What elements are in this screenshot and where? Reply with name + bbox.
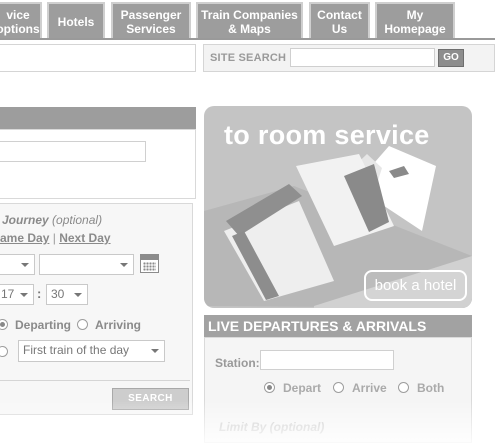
both-label: Both (417, 381, 445, 395)
chevron-down-icon (74, 293, 82, 297)
station-input[interactable] (260, 350, 394, 370)
day-links: ame Day | Next Day (0, 231, 111, 245)
first-train-value: First train of the day (23, 343, 130, 357)
banner-title: to room service (224, 120, 430, 150)
time-separator: : (37, 286, 42, 301)
site-search-input[interactable] (290, 48, 435, 67)
site-search-label: SITE SEARCH (210, 52, 287, 64)
hour-select[interactable]: 17 (0, 284, 34, 305)
chevron-down-icon (120, 263, 128, 267)
hour-value: 17 (1, 287, 15, 301)
return-journey-label: Journey (2, 213, 49, 227)
tab-train-companies-maps[interactable]: Train Companies & Maps (196, 2, 303, 39)
tab-contact-us[interactable]: Contact Us (309, 2, 370, 39)
station-label: Station: (215, 356, 260, 370)
chevron-down-icon (20, 293, 28, 297)
first-train-select[interactable]: First train of the day (18, 340, 165, 362)
journey-panel-header (0, 107, 196, 129)
departing-label: Departing (15, 318, 72, 332)
journey-divider (0, 380, 190, 381)
minute-value: 30 (51, 287, 65, 301)
return-journey-optional: (optional) (52, 213, 103, 227)
return-date-month-select[interactable] (39, 254, 134, 275)
arrive-radio[interactable] (333, 382, 344, 393)
same-day-link[interactable]: ame Day (0, 231, 49, 245)
both-radio[interactable] (398, 382, 409, 393)
day-link-separator: | (52, 231, 56, 245)
tab-travel-options[interactable]: vice options (0, 2, 42, 39)
go-button[interactable]: GO (438, 49, 464, 67)
search-strip-left (0, 44, 196, 72)
chevron-down-icon (21, 263, 29, 267)
chevron-down-icon (151, 349, 159, 353)
journey-search-button[interactable]: SEARCH (112, 388, 189, 410)
next-day-link[interactable]: Next Day (59, 231, 110, 245)
arriving-label: Arriving (95, 318, 142, 332)
limit-by-label: Limit By (optional) (219, 420, 325, 434)
arriving-radio[interactable] (77, 319, 88, 330)
live-departures-header: LIVE DEPARTURES & ARRIVALS (204, 315, 472, 337)
tab-passenger-services[interactable]: Passenger Services (111, 2, 191, 39)
depart-radio[interactable] (264, 382, 275, 393)
return-date-day-select[interactable] (0, 254, 35, 275)
return-journey-title: Journey (optional) (2, 213, 102, 227)
book-hotel-button[interactable]: book a hotel (364, 270, 467, 301)
nav-rule (0, 38, 495, 40)
from-station-input[interactable] (0, 141, 146, 162)
calendar-icon[interactable] (140, 254, 159, 273)
journey-from-section (0, 129, 196, 199)
tab-my-homepage[interactable]: My Homepage (375, 2, 455, 39)
minute-select[interactable]: 30 (46, 284, 88, 305)
tab-hotels[interactable]: Hotels (47, 2, 105, 39)
depart-label: Depart (283, 381, 322, 395)
arrive-label: Arrive (352, 381, 387, 395)
